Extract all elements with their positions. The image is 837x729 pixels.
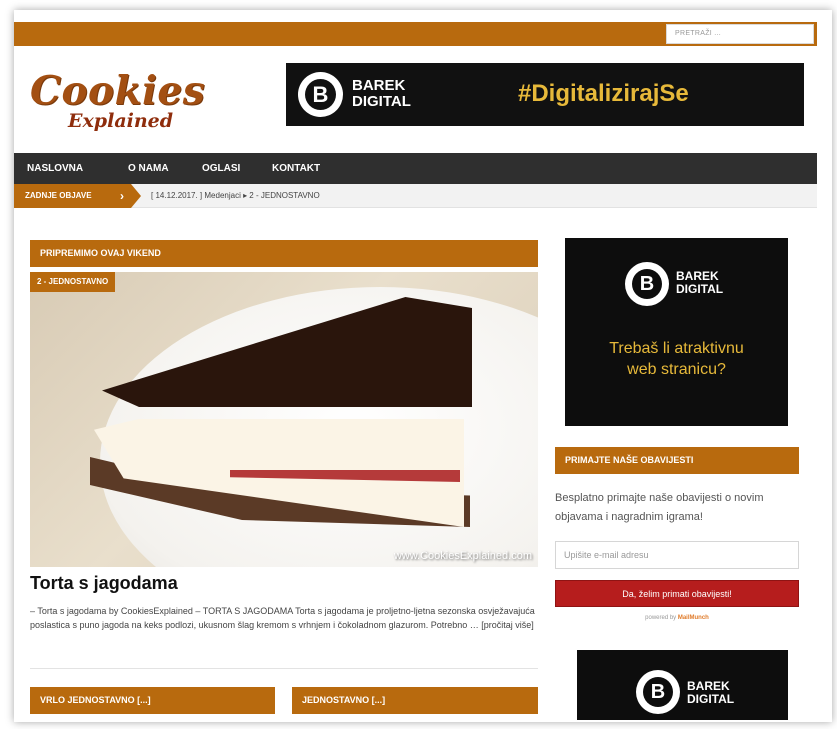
chevron-right-icon: › [120,189,124,203]
mailmunch-link[interactable]: MailMunch [678,615,709,621]
banner-tagline: #DigitalizirajSe [518,80,689,107]
latest-posts-ticker: ZADNJE OBJAVE › [ 14.12.2017. ] Medenjac… [14,184,817,208]
email-field[interactable]: Upišite e-mail adresu [555,541,799,569]
divider [30,668,538,669]
ticker-label: ZADNJE OBJAVE › [14,184,141,208]
barek-digital-logo-icon: B [636,670,680,714]
search-input[interactable]: PRETRAŽI ... [666,24,814,44]
main-nav: NASLOVNA O NAMA OGLASI KONTAKT [14,153,817,184]
post-title[interactable]: Torta s jagodama [30,573,178,594]
barek-digital-logo-icon: B [298,72,343,117]
newsletter-text: Besplatno primajte naše obavijesti o nov… [555,492,764,523]
nav-item-oglasi[interactable]: OGLASI [202,153,240,184]
nav-item-kontakt[interactable]: KONTAKT [272,153,320,184]
header-banner-ad[interactable]: B BAREK DIGITAL #DigitalizirajSe [286,63,804,126]
site-logo[interactable]: Cookies Explained [30,68,205,148]
top-bar: PRETRAŽI ... [14,22,817,46]
nav-item-naslovna[interactable]: NASLOVNA [27,153,83,184]
powered-by: powered by MailMunch [645,615,709,621]
barek-digital-logo-icon: B [625,262,669,306]
ticker-link[interactable]: [ 14.12.2017. ] Medenjaci ▸ 2 - JEDNOSTA… [151,184,320,208]
newsletter-title: PRIMAJTE NAŠE OBAVIJESTI [555,447,799,474]
section-title-jednostavno[interactable]: JEDNOSTAVNO [...] [292,687,538,714]
logo-text-sub: Explained [68,110,174,132]
section-title-weekend: PRIPREMIMO OVAJ VIKEND [30,240,538,267]
ad-brand: BAREK DIGITAL [676,269,724,296]
post-excerpt: – Torta s jagodama by CookiesExplained –… [30,606,535,630]
subscribe-button[interactable]: Da, želim primati obavijesti! [555,580,799,607]
ad-brand: BAREK DIGITAL [687,679,735,706]
sidebar-ad-bottom[interactable]: B BAREK DIGITAL [577,650,788,720]
section-title-vrlo-jednostavno[interactable]: VRLO JEDNOSTAVNO [...] [30,687,275,714]
logo-text-main: Cookies [30,68,206,114]
featured-post-image[interactable]: 2 - JEDNOSTAVNO www.CookiesExplained.com [30,272,538,567]
nav-item-o-nama[interactable]: O NAMA [128,153,169,184]
ad-cta: Trebaš li atraktivnu web stranicu? [609,340,744,378]
sidebar-ad-web[interactable]: B BAREK DIGITAL Trebaš li atraktivnu web… [565,238,788,426]
banner-brand: BAREK DIGITAL [352,77,411,110]
category-badge[interactable]: 2 - JEDNOSTAVNO [30,272,116,292]
image-watermark: www.CookiesExplained.com [393,550,532,562]
